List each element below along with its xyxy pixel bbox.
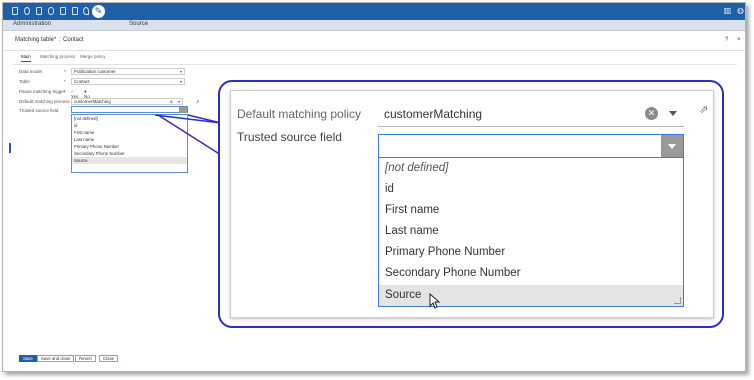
required-mark: * <box>64 79 66 84</box>
data-model-select[interactable]: Publication customer ▾ <box>71 68 185 75</box>
clear-icon[interactable]: ✕ <box>645 107 658 120</box>
default-process-select[interactable]: customerMatching ⊗ ▾ <box>71 98 183 105</box>
center-title: Source <box>129 21 149 27</box>
save-button[interactable]: Save <box>19 355 37 362</box>
database-icon[interactable] <box>48 7 54 15</box>
option-primary-phone[interactable]: Primary Phone Number <box>72 143 187 150</box>
option-last-name[interactable]: Last name <box>72 136 187 143</box>
tab-main[interactable]: Main <box>21 54 31 62</box>
option-source[interactable]: Source <box>379 285 683 306</box>
data-model-label: Data model <box>19 69 43 74</box>
trusted-source-label: Trusted source field <box>19 108 59 113</box>
table-value: Contact <box>74 79 90 84</box>
resize-handle[interactable] <box>674 297 681 304</box>
option-not-defined[interactable]: [not defined] <box>379 158 683 179</box>
title-separator: : <box>59 37 61 43</box>
home-icon[interactable] <box>12 7 18 15</box>
tab-merge-policy[interactable]: Merge policy <box>80 54 106 59</box>
external-link-icon[interactable]: ⇗ <box>699 104 711 116</box>
document-icon[interactable] <box>36 7 42 15</box>
option-primary-phone[interactable]: Primary Phone Number <box>379 242 683 263</box>
breadcrumb-bar: Administration Source <box>3 20 745 31</box>
chevron-down-icon: ▾ <box>179 79 182 84</box>
close-form-button[interactable]: Close <box>99 355 118 362</box>
zoom-policy-label: Default matching policy <box>237 107 362 121</box>
option-first-name[interactable]: First name <box>72 129 187 136</box>
zoom-panel: Default matching policy customerMatching… <box>230 90 714 318</box>
option-secondary-phone[interactable]: Secondary Phone Number <box>379 263 683 284</box>
option-secondary-phone[interactable]: Secondary Phone Number <box>72 150 187 157</box>
tab-divider <box>13 64 737 65</box>
record-name: Contact <box>63 37 84 43</box>
zoom-callout: Default matching policy customerMatching… <box>218 80 724 328</box>
tab-matching-process[interactable]: Matching process <box>40 54 75 59</box>
menu-icon[interactable]: ▥ <box>723 6 732 15</box>
caret-down-icon <box>668 144 676 149</box>
zoom-policy-select[interactable]: customerMatching ✕ <box>378 101 684 127</box>
option-first-name[interactable]: First name <box>379 200 683 221</box>
top-toolbar: ✎ ▥ ◍ <box>3 3 745 20</box>
option-last-name[interactable]: Last name <box>379 221 683 242</box>
pin-icon[interactable] <box>83 7 89 15</box>
option-source[interactable]: Source <box>72 157 187 164</box>
table-field-label: Table <box>19 79 30 84</box>
external-link-icon[interactable]: ⇗ <box>196 99 200 105</box>
sidebar-marker <box>9 143 11 153</box>
zoom-trusted-label: Trusted source field <box>237 130 342 144</box>
option-id[interactable]: id <box>72 122 187 129</box>
help-button[interactable]: ? <box>725 37 728 43</box>
check-icon[interactable] <box>72 7 78 15</box>
table-label: Matching table* <box>15 37 57 43</box>
pause-trigger-label: Pause matching trigger <box>19 89 66 94</box>
data-model-value: Publication customer <box>74 69 116 74</box>
option-not-defined[interactable]: [not defined] <box>72 115 187 122</box>
record-title-bar: Matching table* : Contact ? × <box>3 31 745 51</box>
section-title: Administration <box>13 21 52 27</box>
required-mark: * <box>64 69 66 74</box>
zoom-trusted-options: [not defined] id First name Last name Pr… <box>378 158 684 309</box>
required-mark: * <box>64 89 66 94</box>
clock-icon[interactable] <box>24 7 30 15</box>
zoom-trusted-select[interactable] <box>378 134 684 158</box>
save-and-close-button[interactable]: Save and close <box>37 355 75 362</box>
clear-icon[interactable]: ⊗ <box>170 99 173 105</box>
user-icon[interactable]: ◍ <box>736 6 745 15</box>
trusted-source-dropdown-small: [not defined] id First name Last name Pr… <box>71 114 188 173</box>
mouse-pointer-icon <box>429 293 441 309</box>
chevron-down-icon: ▾ <box>177 99 180 104</box>
dropdown-button[interactable] <box>179 107 187 113</box>
chevron-down-icon[interactable] <box>669 111 677 116</box>
default-process-value: customerMatching <box>74 99 111 104</box>
dropdown-button[interactable] <box>661 135 683 157</box>
trusted-source-select-small[interactable] <box>71 106 188 113</box>
pencil-icon[interactable]: ✎ <box>92 5 105 18</box>
revert-button[interactable]: Revert <box>75 355 96 362</box>
table-select[interactable]: Contact ▾ <box>71 78 185 85</box>
default-process-label: Default matching process <box>19 99 70 104</box>
grid-icon[interactable] <box>60 7 66 15</box>
option-id[interactable]: id <box>379 179 683 200</box>
zoom-policy-value: customerMatching <box>384 107 483 121</box>
chevron-down-icon: ▾ <box>179 69 182 74</box>
close-button[interactable]: × <box>737 37 741 43</box>
